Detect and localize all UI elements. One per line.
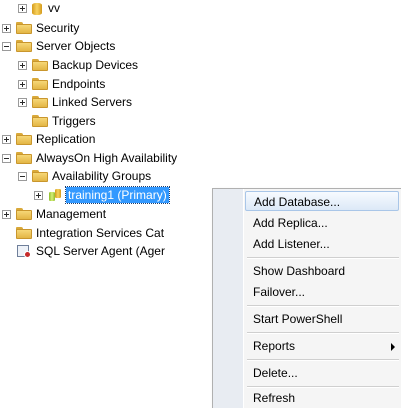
expand-icon[interactable] — [18, 3, 27, 13]
menu-icon-gutter — [213, 189, 244, 408]
folder-icon — [32, 78, 48, 90]
expand-icon[interactable] — [18, 79, 27, 89]
sql-agent-icon — [16, 243, 32, 259]
folder-icon — [16, 40, 32, 52]
tree-node-backup-devices[interactable]: Backup Devices — [18, 57, 138, 73]
folder-icon — [32, 96, 48, 108]
collapse-icon[interactable] — [2, 153, 11, 163]
menu-item-show-dashboard[interactable]: Show Dashboard — [245, 261, 399, 281]
menu-item-add-database[interactable]: Add Database... — [245, 191, 399, 211]
tree-node-triggers[interactable]: Triggers — [18, 113, 96, 129]
expand-icon[interactable] — [34, 190, 43, 200]
tree-label-integration-services: Integration Services Cat — [36, 226, 165, 240]
folder-icon — [16, 22, 32, 34]
folder-icon — [16, 133, 32, 145]
tree-label-linked-servers: Linked Servers — [52, 95, 133, 109]
expand-icon[interactable] — [18, 97, 27, 107]
folder-icon — [32, 59, 48, 71]
folder-icon — [16, 152, 32, 164]
tree-label-triggers: Triggers — [52, 114, 96, 128]
expand-icon[interactable] — [2, 209, 11, 219]
menu-separator — [247, 257, 399, 259]
menu-item-add-listener[interactable]: Add Listener... — [245, 234, 399, 254]
expand-icon[interactable] — [2, 23, 11, 33]
folder-icon — [32, 170, 48, 182]
context-menu: Add Database... Add Replica... Add Liste… — [212, 188, 401, 408]
folder-icon — [16, 208, 32, 220]
menu-item-add-replica[interactable]: Add Replica... — [245, 213, 399, 233]
tree-node-endpoints[interactable]: Endpoints — [18, 76, 105, 92]
menu-item-reports[interactable]: Reports — [245, 336, 399, 356]
menu-item-refresh[interactable]: Refresh — [245, 388, 399, 408]
folder-icon — [16, 227, 32, 239]
tree-node-replication[interactable]: Replication — [2, 131, 95, 147]
tree-label-replication: Replication — [36, 132, 96, 146]
menu-separator — [247, 359, 399, 361]
menu-separator — [247, 332, 399, 334]
menu-separator — [247, 305, 399, 307]
tree-label-backup-devices: Backup Devices — [52, 58, 139, 72]
database-icon — [32, 2, 42, 15]
tree-label-vv: vv — [48, 1, 60, 15]
menu-item-start-powershell[interactable]: Start PowerShell — [245, 309, 399, 329]
tree-label-availability-groups: Availability Groups — [52, 169, 152, 183]
tree-label-endpoints: Endpoints — [52, 77, 106, 91]
folder-icon — [32, 115, 48, 127]
tree-label-sql-server-agent: SQL Server Agent (Ager — [36, 244, 165, 258]
tree-label-security: Security — [36, 21, 80, 35]
tree-node-management[interactable]: Management — [2, 206, 106, 222]
tree-label-training1: training1 (Primary) — [65, 186, 170, 204]
tree-label-alwayson: AlwaysOn High Availability — [36, 151, 178, 165]
tree-node-integration-services[interactable]: Integration Services Cat — [16, 225, 164, 241]
tree-node-server-objects[interactable]: Server Objects — [2, 38, 115, 54]
tree-node-linked-servers[interactable]: Linked Servers — [18, 94, 132, 110]
menu-item-delete[interactable]: Delete... — [245, 363, 399, 383]
availability-group-icon — [48, 188, 64, 202]
menu-item-reports-label: Reports — [253, 339, 296, 353]
expand-icon[interactable] — [18, 60, 27, 70]
menu-item-failover[interactable]: Failover... — [245, 282, 399, 302]
tree-node-vv[interactable]: vv — [18, 0, 60, 16]
tree-node-sql-server-agent[interactable]: SQL Server Agent (Ager — [16, 243, 165, 259]
tree-label-server-objects: Server Objects — [36, 39, 116, 53]
tree-node-training1[interactable]: training1 (Primary) — [34, 186, 170, 204]
tree-node-availability-groups[interactable]: Availability Groups — [18, 168, 151, 184]
submenu-arrow-icon — [391, 343, 395, 351]
collapse-icon[interactable] — [2, 41, 11, 51]
expand-icon[interactable] — [2, 134, 11, 144]
tree-label-management: Management — [36, 207, 107, 221]
tree-node-security[interactable]: Security — [2, 20, 79, 36]
collapse-icon[interactable] — [18, 171, 27, 181]
tree-node-alwayson[interactable]: AlwaysOn High Availability — [2, 150, 177, 166]
